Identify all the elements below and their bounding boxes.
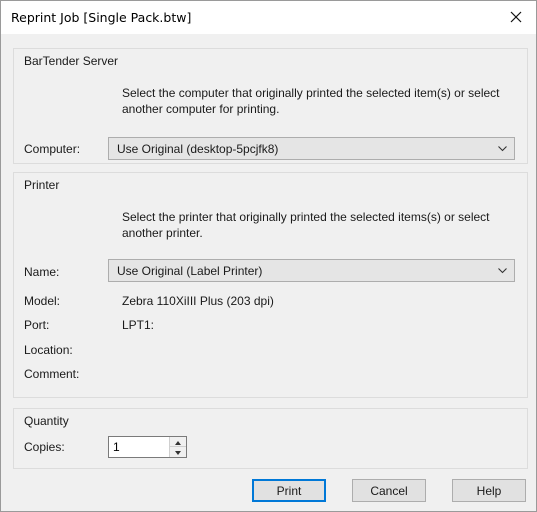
location-label: Location:: [24, 343, 73, 357]
copies-increment-button[interactable]: [170, 437, 186, 447]
server-hint-text: Select the computer that originally prin…: [122, 86, 500, 116]
chevron-down-icon: [498, 146, 507, 152]
computer-label: Computer:: [24, 142, 81, 156]
close-button[interactable]: [502, 4, 530, 30]
cancel-button[interactable]: Cancel: [352, 479, 426, 502]
group-label-printer: Printer: [24, 178, 60, 192]
printer-name-label: Name:: [24, 265, 60, 279]
copies-stepper: [108, 436, 187, 458]
port-value: LPT1:: [122, 318, 155, 332]
chevron-down-icon: [498, 268, 507, 274]
title-bar: Reprint Job [Single Pack.btw]: [1, 1, 536, 34]
model-label: Model:: [24, 294, 61, 308]
dialog-title: Reprint Job [Single Pack.btw]: [11, 10, 192, 25]
group-label-bartender-server: BarTender Server: [24, 54, 119, 68]
copies-decrement-button[interactable]: [170, 447, 186, 457]
group-label-quantity: Quantity: [24, 414, 69, 428]
arrow-down-icon: [175, 451, 181, 455]
help-button[interactable]: Help: [452, 479, 526, 502]
reprint-job-dialog: Reprint Job [Single Pack.btw] BarTender …: [0, 0, 537, 512]
copies-spin-buttons: [169, 437, 186, 457]
port-label: Port:: [24, 318, 50, 332]
comment-label: Comment:: [24, 367, 80, 381]
printer-group: Printer Select the printer that original…: [13, 172, 528, 398]
computer-value: Use Original (desktop-5pcjfk8): [117, 142, 279, 156]
printer-name-dropdown[interactable]: Use Original (Label Printer): [108, 259, 515, 282]
copies-label: Copies:: [24, 440, 65, 454]
printer-hint-text: Select the printer that originally print…: [122, 210, 490, 240]
computer-dropdown[interactable]: Use Original (desktop-5pcjfk8): [108, 137, 515, 160]
model-value: Zebra 110XiIII Plus (203 dpi): [122, 294, 274, 308]
print-button[interactable]: Print: [252, 479, 326, 502]
close-icon: [510, 11, 522, 23]
quantity-group: Quantity Copies:: [13, 408, 528, 469]
printer-name-value: Use Original (Label Printer): [117, 264, 263, 278]
copies-input[interactable]: [109, 437, 173, 457]
bartender-server-group: BarTender Server Select the computer tha…: [13, 48, 528, 164]
